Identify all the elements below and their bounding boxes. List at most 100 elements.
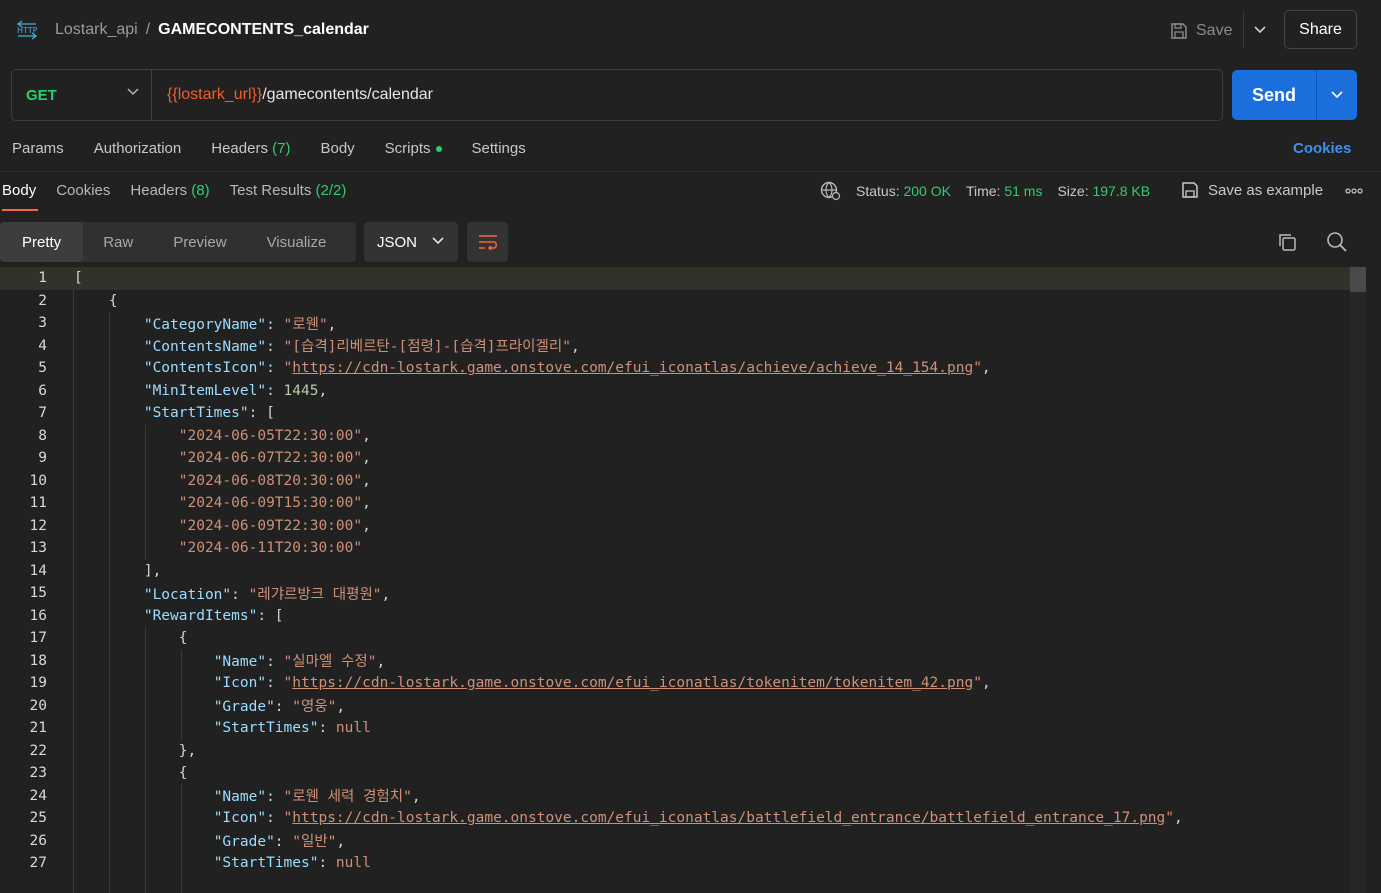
divider <box>0 171 1381 172</box>
json-url-link[interactable]: https://cdn-lostark.game.onstove.com/efu… <box>292 360 973 376</box>
json-token: : <box>266 316 284 333</box>
cookies-link[interactable]: Cookies <box>1293 140 1351 157</box>
code-text: "Icon": "https://cdn-lostark.game.onstov… <box>74 810 1183 826</box>
json-token: : [ <box>248 405 275 422</box>
line-number: 9 <box>38 450 47 467</box>
status-group: Status: 200 OK <box>856 183 951 199</box>
tab-response-headers[interactable]: Headers (8) <box>130 182 209 199</box>
json-token: , <box>411 789 421 806</box>
json-token: { <box>74 292 118 309</box>
tab-headers[interactable]: Headers (7) <box>211 140 290 157</box>
method-select[interactable]: GET <box>12 70 152 120</box>
json-token: , <box>327 316 337 333</box>
json-token: : <box>266 675 284 692</box>
format-select[interactable]: JSON <box>364 222 458 262</box>
line-number: 15 <box>29 585 47 602</box>
collection-link[interactable]: Lostark_api <box>55 21 138 38</box>
line-number: 27 <box>29 855 47 872</box>
code-line: 27 "StartTimes": null <box>0 852 1366 875</box>
code-text: "2024-06-08T20:30:00", <box>74 473 371 489</box>
json-token: , <box>981 675 991 692</box>
code-line: 8 "2024-06-05T22:30:00", <box>0 425 1366 448</box>
wrap-lines-button[interactable] <box>467 222 508 262</box>
share-button[interactable]: Share <box>1284 10 1357 49</box>
json-url-link[interactable]: https://cdn-lostark.game.onstove.com/efu… <box>292 675 973 691</box>
request-title[interactable]: GAMECONTENTS_calendar <box>158 21 369 38</box>
search-icon[interactable] <box>1326 231 1348 253</box>
send-options-button[interactable] <box>1316 70 1357 120</box>
save-button[interactable]: Save <box>1170 16 1232 46</box>
headers-count: (7) <box>272 140 291 157</box>
editor-scrollbar[interactable] <box>1350 267 1366 893</box>
url-input[interactable]: {{lostark_url}}/gamecontents/calendar <box>167 86 433 104</box>
tab-settings[interactable]: Settings <box>472 140 526 157</box>
json-token: "ContentsName" <box>143 339 267 356</box>
line-number: 14 <box>29 562 47 579</box>
json-token: "Icon" <box>213 675 267 692</box>
tab-authorization[interactable]: Authorization <box>94 140 182 157</box>
json-token: "MinItemLevel" <box>143 382 267 399</box>
json-token: "영웅" <box>292 699 337 716</box>
code-line: 11 "2024-06-09T15:30:00", <box>0 492 1366 515</box>
status-label: Status: <box>856 183 900 199</box>
copy-icon[interactable] <box>1277 232 1297 252</box>
view-visualize[interactable]: Visualize <box>247 222 347 262</box>
view-pretty[interactable]: Pretty <box>0 222 84 262</box>
json-token: , <box>362 427 371 444</box>
code-line: 15 "Location": "레갸르방크 대평원", <box>0 582 1366 605</box>
tab-test-results[interactable]: Test Results (2/2) <box>230 182 347 199</box>
json-token: "Grade" <box>213 699 275 716</box>
json-token: "2024-06-08T20:30:00" <box>178 472 363 489</box>
format-label: JSON <box>377 233 418 251</box>
json-token: "일반" <box>292 834 337 851</box>
save-options-button[interactable] <box>1243 12 1275 48</box>
network-globe-icon[interactable] <box>820 181 842 201</box>
response-status: Status: 200 OK Time: 51 ms Size: 197.8 K… <box>820 181 1165 201</box>
json-token: , <box>336 699 346 716</box>
view-raw[interactable]: Raw <box>83 222 153 262</box>
json-token: "ContentsIcon" <box>143 360 267 377</box>
line-number: 2 <box>38 292 47 309</box>
json-token: "레갸르방크 대평원" <box>248 586 382 603</box>
json-token: : <box>266 360 284 377</box>
size-group: Size: 197.8 KB <box>1057 183 1150 199</box>
more-options-icon[interactable] <box>1345 181 1363 199</box>
tab-response-cookies[interactable]: Cookies <box>56 182 110 199</box>
json-token: null <box>335 720 371 737</box>
json-token: " <box>283 675 293 692</box>
tab-params[interactable]: Params <box>12 140 64 157</box>
tab-body[interactable]: Body <box>320 140 354 157</box>
save-as-example-button[interactable]: Save as example <box>1181 181 1323 199</box>
line-number: 8 <box>38 427 47 444</box>
line-number: 7 <box>38 405 47 422</box>
view-preview[interactable]: Preview <box>153 222 246 262</box>
tab-response-body[interactable]: Body <box>2 182 36 199</box>
json-url-link[interactable]: https://cdn-lostark.game.onstove.com/efu… <box>292 810 1165 826</box>
code-text: "2024-06-09T15:30:00", <box>74 495 371 511</box>
json-token: "2024-06-09T15:30:00" <box>178 495 363 512</box>
json-token: { <box>74 765 188 782</box>
line-number: 26 <box>29 832 47 849</box>
url-bar: GET {{lostark_url}}/gamecontents/calenda… <box>11 69 1223 121</box>
editor-scroll-thumb[interactable] <box>1350 267 1366 292</box>
json-token: , <box>376 654 386 671</box>
code-text: "2024-06-05T22:30:00", <box>74 428 371 444</box>
json-token: : <box>266 789 284 806</box>
code-text: "StartTimes": null <box>74 855 371 871</box>
json-token: [ <box>74 270 83 287</box>
json-token: , <box>362 517 371 534</box>
tab-scripts[interactable]: Scripts <box>385 140 442 157</box>
send-button[interactable]: Send <box>1232 70 1316 120</box>
code-text: "Icon": "https://cdn-lostark.game.onstov… <box>74 675 991 691</box>
line-number: 24 <box>29 787 47 804</box>
json-token: 1445 <box>283 382 319 399</box>
response-body-editor[interactable]: 1[2 {3 "CategoryName": "로웬", 4 "ContentsN… <box>0 267 1366 893</box>
tab-scripts-label: Scripts <box>384 140 431 157</box>
json-token: "Grade" <box>213 834 275 851</box>
line-number: 17 <box>29 630 47 647</box>
line-number: 4 <box>38 337 47 354</box>
